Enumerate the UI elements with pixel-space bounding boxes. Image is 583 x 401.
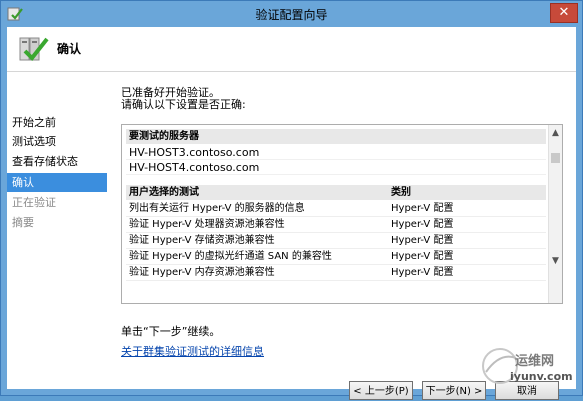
- test-category: Hyper-V 配置: [391, 267, 454, 278]
- step-item-review-storage[interactable]: 查看存储状态: [7, 152, 107, 171]
- validation-details-link[interactable]: 关于群集验证测试的详细信息: [121, 343, 264, 359]
- back-button[interactable]: < 上一步(P): [349, 381, 413, 400]
- close-button[interactable]: ✕: [550, 3, 578, 23]
- test-category: Hyper-V 配置: [391, 203, 454, 214]
- servers-section-header: 要测试的服务器: [126, 129, 546, 144]
- main-content: 已准备好开始验证。 请确认以下设置是否正确: 要测试的服务器 HV-HOST3.…: [111, 72, 571, 400]
- scroll-down-icon[interactable]: ▼: [549, 255, 562, 268]
- close-icon: ✕: [558, 5, 570, 20]
- watermark-url: iyunv.com: [510, 370, 573, 383]
- tests-header-category: 类别: [391, 187, 411, 198]
- test-row: 验证 Hyper-V 的虚拟光纤通道 SAN 的兼容性 Hyper-V 配置: [126, 249, 546, 265]
- wizard-window: 验证配置向导 ✕ 确认 开始之前 测试选项 查看存储状态 确认 正在验证 摘要 …: [0, 0, 583, 400]
- scroll-thumb[interactable]: [551, 153, 560, 163]
- page-title: 确认: [57, 42, 82, 56]
- step-item-validating: 正在验证: [12, 196, 56, 209]
- test-name: 验证 Hyper-V 处理器资源池兼容性: [129, 219, 285, 230]
- window-title: 验证配置向导: [255, 8, 328, 22]
- step-item-before-you-begin[interactable]: 开始之前: [7, 113, 107, 132]
- watermark-site-name: 运维网: [515, 354, 555, 369]
- test-category: Hyper-V 配置: [391, 235, 454, 246]
- intro-confirm-text: 请确认以下设置是否正确:: [121, 98, 246, 111]
- wizard-check-icon: [19, 37, 49, 62]
- test-row: 验证 Hyper-V 存储资源池兼容性 Hyper-V 配置: [126, 233, 546, 249]
- test-name: 列出有关运行 Hyper-V 的服务器的信息: [129, 203, 305, 214]
- test-name: 验证 Hyper-V 内存资源池兼容性: [129, 267, 275, 278]
- scroll-up-icon[interactable]: ▲: [549, 127, 562, 140]
- step-item-testing-options[interactable]: 测试选项: [7, 132, 107, 151]
- server-row: HV-HOST4.contoso.com: [126, 160, 546, 175]
- vertical-scrollbar[interactable]: ▲ ▼: [548, 125, 562, 303]
- test-name: 验证 Hyper-V 的虚拟光纤通道 SAN 的兼容性: [129, 251, 332, 262]
- test-category: Hyper-V 配置: [391, 219, 454, 230]
- step-item-summary: 摘要: [12, 216, 34, 229]
- wizard-header: 确认: [7, 27, 576, 72]
- wizard-client-area: 确认 开始之前 测试选项 查看存储状态 确认 正在验证 摘要 已准备好开始验证。…: [7, 27, 576, 400]
- title-bar[interactable]: 验证配置向导 ✕: [1, 1, 582, 27]
- test-row: 列出有关运行 Hyper-V 的服务器的信息 Hyper-V 配置: [126, 201, 546, 217]
- tests-header-name: 用户选择的测试: [129, 187, 199, 198]
- next-hint-text: 单击“下一步”继续。: [121, 325, 221, 338]
- test-row: 验证 Hyper-V 内存资源池兼容性 Hyper-V 配置: [126, 265, 546, 281]
- tests-section-header: 用户选择的测试 类别: [126, 185, 546, 200]
- test-name: 验证 Hyper-V 存储资源池兼容性: [129, 235, 275, 246]
- step-item-confirmation[interactable]: 确认: [7, 173, 107, 192]
- confirmation-listbox[interactable]: 要测试的服务器 HV-HOST3.contoso.com HV-HOST4.co…: [121, 124, 563, 304]
- server-row: HV-HOST3.contoso.com: [126, 145, 546, 160]
- test-category: Hyper-V 配置: [391, 251, 454, 262]
- test-row: 验证 Hyper-V 处理器资源池兼容性 Hyper-V 配置: [126, 217, 546, 233]
- wizard-steps-nav: 开始之前 测试选项 查看存储状态 确认 正在验证 摘要: [7, 72, 107, 389]
- next-button[interactable]: 下一步(N) >: [422, 381, 486, 400]
